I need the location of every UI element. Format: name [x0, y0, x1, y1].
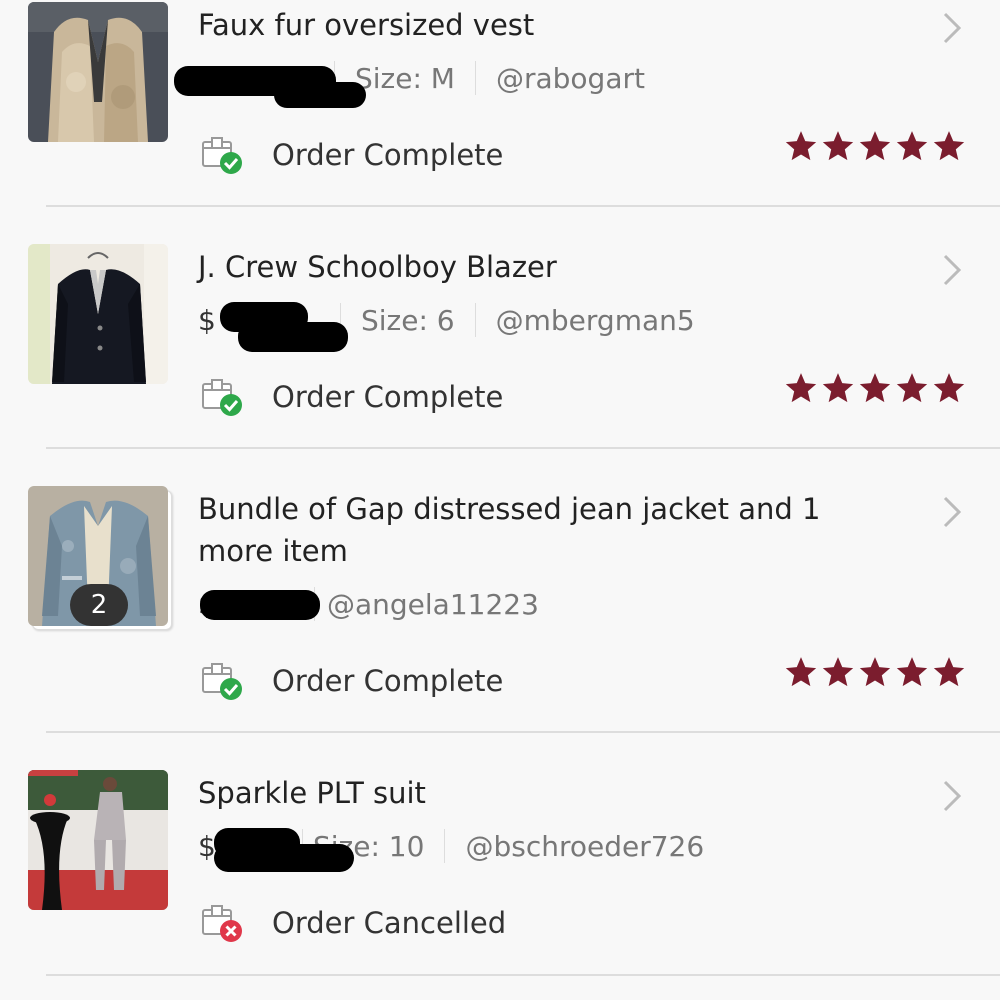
seller-username[interactable]: @bschroeder726: [465, 830, 704, 863]
divider: [444, 829, 446, 863]
price-redacted: $15.00: [174, 62, 366, 108]
order-row[interactable]: 2 Bundle of Gap distressed jean jacket a…: [0, 484, 1000, 734]
price-redacted: $18.00: [198, 588, 320, 621]
rating-stars: [784, 129, 966, 163]
order-status: Order Complete: [200, 132, 503, 178]
item-thumbnail[interactable]: [28, 2, 168, 142]
item-size: Size: 6: [361, 303, 455, 337]
row-divider: [46, 205, 1000, 207]
price-redacted: $20.00: [198, 827, 354, 872]
box-x-icon: [200, 900, 246, 946]
order-row[interactable]: Sparkle PLT suit $20.00 Size: 10 @bschro…: [0, 768, 1000, 1000]
seller-username[interactable]: @rabogart: [496, 62, 645, 95]
item-meta: $15.00 Size: M @rabogart: [174, 56, 645, 108]
seller-username[interactable]: @angela11223: [327, 588, 539, 621]
status-text: Order Cancelled: [272, 906, 507, 940]
box-check-icon: [200, 658, 246, 704]
star-icon: [858, 129, 892, 163]
bundle-count-badge: 2: [70, 584, 128, 626]
star-icon: [784, 129, 818, 163]
item-thumbnail[interactable]: [28, 770, 168, 910]
order-status: Order Complete: [200, 374, 503, 420]
star-icon: [821, 655, 855, 689]
divider: [474, 303, 476, 337]
row-divider: [46, 974, 1000, 976]
star-icon: [821, 129, 855, 163]
divider: [474, 61, 476, 95]
star-icon: [895, 129, 929, 163]
item-meta: $25.00 Size: 6 @mbergman5: [198, 298, 695, 352]
row-divider: [46, 447, 1000, 449]
item-title: Faux fur oversized vest: [198, 8, 535, 42]
item-thumbnail[interactable]: 2: [28, 486, 172, 630]
seller-username[interactable]: @mbergman5: [496, 304, 695, 337]
item-thumbnail[interactable]: [28, 244, 168, 384]
star-icon: [932, 129, 966, 163]
chevron-right-icon[interactable]: [940, 778, 964, 814]
star-icon: [821, 371, 855, 405]
star-icon: [784, 371, 818, 405]
star-icon: [932, 655, 966, 689]
item-size: Size: M: [355, 61, 455, 95]
sparkle-suit-photo: [28, 770, 168, 910]
star-icon: [858, 371, 892, 405]
star-icon: [784, 655, 818, 689]
box-check-icon: [200, 132, 246, 178]
order-status: Order Cancelled: [200, 900, 506, 946]
item-title: Bundle of Gap distressed jean jacket and…: [198, 492, 821, 568]
item-meta: $20.00 Size: 10 @bschroeder726: [198, 824, 704, 872]
box-check-icon: [200, 374, 246, 420]
orders-list: Faux fur oversized vest $15.00 Size: M @…: [0, 0, 1000, 1000]
rating-stars: [784, 371, 966, 405]
status-text: Order Complete: [272, 664, 504, 698]
star-icon: [932, 371, 966, 405]
item-meta: $18.00 @angela11223: [198, 582, 539, 626]
order-status: Order Complete: [200, 658, 503, 704]
item-title: J. Crew Schoolboy Blazer: [198, 250, 557, 284]
price-redacted: $25.00: [198, 301, 348, 352]
chevron-right-icon[interactable]: [940, 494, 964, 530]
item-title: Sparkle PLT suit: [198, 776, 426, 810]
black-blazer-photo: [28, 244, 168, 384]
status-text: Order Complete: [272, 380, 504, 414]
faux-fur-vest-photo: [28, 2, 168, 142]
row-divider: [46, 731, 1000, 733]
chevron-right-icon[interactable]: [940, 10, 964, 46]
star-icon: [858, 655, 892, 689]
rating-stars: [784, 655, 966, 689]
star-icon: [895, 371, 929, 405]
chevron-right-icon[interactable]: [940, 252, 964, 288]
status-text: Order Complete: [272, 138, 504, 172]
star-icon: [895, 655, 929, 689]
